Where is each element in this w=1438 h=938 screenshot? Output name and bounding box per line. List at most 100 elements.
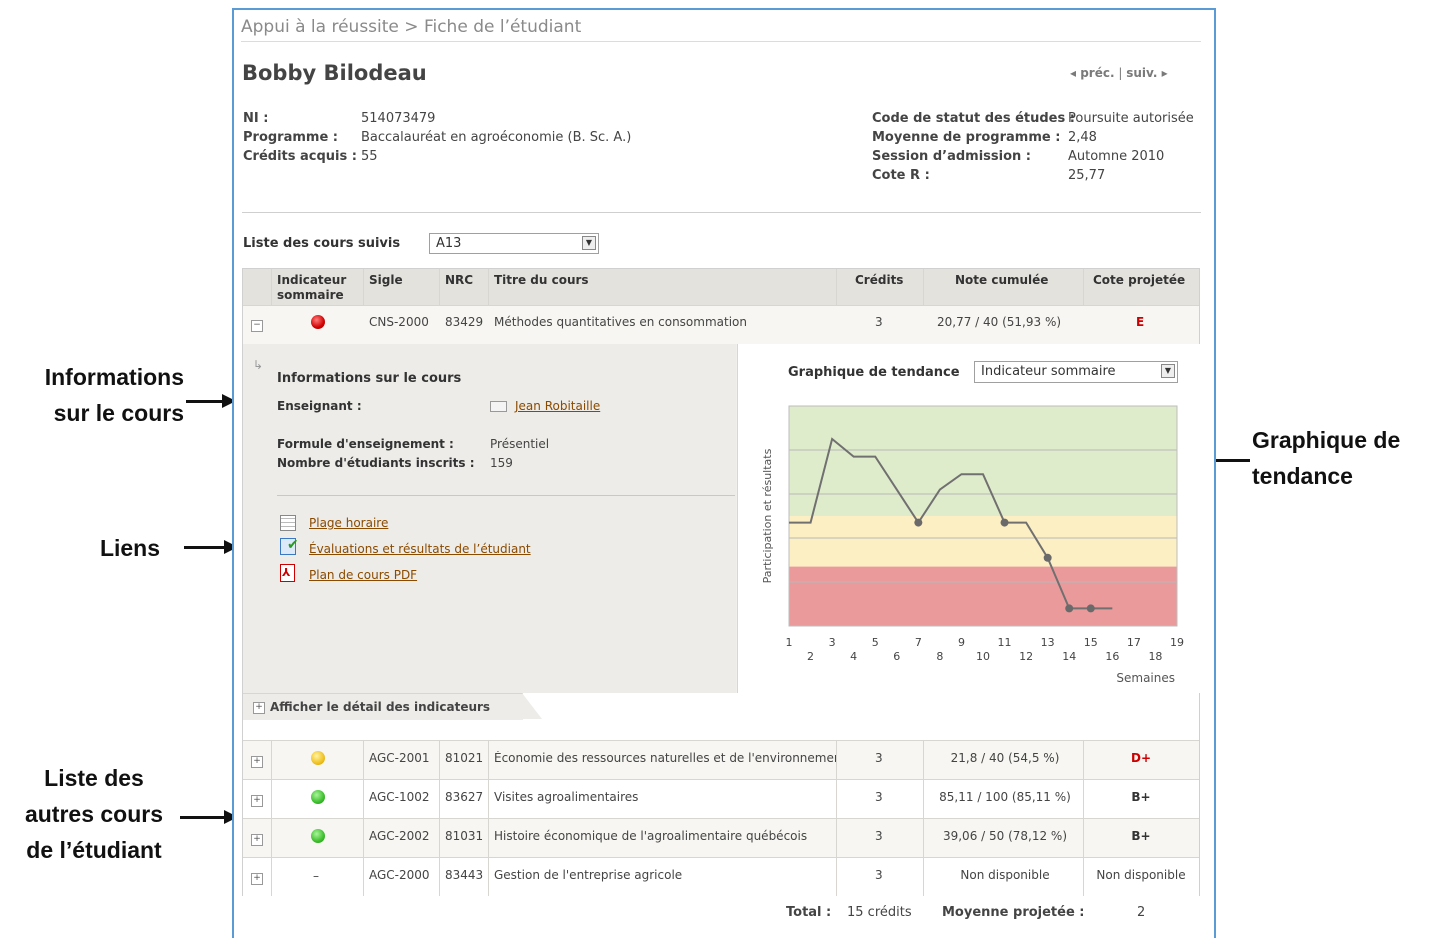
admission-value: Automne 2010 — [1068, 149, 1165, 164]
table-row[interactable]: + AGC-1002 83627 Visites agroalimentaires 3 8… — [243, 779, 1199, 818]
chart-x-tick: 8 — [936, 650, 943, 663]
expand-row-button[interactable]: + — [251, 873, 263, 885]
projected-average-value: 2 — [1137, 905, 1146, 920]
student-nav: ◂ préc. | suiv. ▸ — [1070, 66, 1168, 80]
indicator-yellow-icon — [311, 751, 325, 765]
checkmark-icon: ✔ — [287, 537, 299, 553]
row-nrc: 81021 — [445, 751, 484, 765]
col-separator — [488, 780, 489, 818]
chart-x-tick: 4 — [850, 650, 857, 663]
chart-x-tick: 14 — [1062, 650, 1076, 663]
row-credits: 3 — [875, 751, 883, 765]
chart-x-tick: 19 — [1170, 636, 1184, 649]
col-separator — [1083, 819, 1084, 857]
annotation-arrow-course-info — [186, 400, 222, 403]
format-label: Formule d'enseignement : — [277, 437, 454, 451]
col-separator — [363, 819, 364, 857]
total-value: 15 crédits — [847, 905, 912, 920]
admission-label: Session d’admission : — [872, 149, 1031, 164]
header-title: Titre du cours — [494, 273, 589, 287]
evaluations-link[interactable]: Évaluations et résultats de l’étudiant — [309, 542, 531, 556]
trend-chart: Participation et résultats Semaines 1357… — [761, 405, 1184, 685]
teacher-email-link[interactable]: Jean Robitaille — [515, 399, 600, 413]
annotation-trend: Graphique de tendance — [1252, 422, 1422, 494]
row-sigle: AGC-2000 — [369, 868, 430, 882]
row-nrc: 81031 — [445, 829, 484, 843]
chart-point — [1086, 604, 1095, 613]
chart-x-tick: 12 — [1019, 650, 1033, 663]
expand-detail-button[interactable]: + — [253, 702, 265, 714]
col-separator — [439, 858, 440, 896]
collapse-button[interactable]: − — [251, 320, 263, 332]
table-row-expanded[interactable]: − CNS-2000 83429 Méthodes quantitatives … — [243, 305, 1199, 344]
row-projected: Non disponible — [1096, 868, 1186, 882]
ni-value: 514073479 — [361, 111, 436, 126]
row-nrc: 83627 — [445, 790, 484, 804]
schedule-link[interactable]: Plage horaire — [309, 516, 388, 530]
calendar-icon — [280, 515, 296, 531]
annotation-other-courses-text: Liste des autres cours de l’étudiant — [24, 765, 164, 863]
header-sigle: Sigle — [369, 273, 403, 287]
chart-point — [914, 518, 923, 527]
chevron-down-icon[interactable]: ▼ — [582, 236, 596, 250]
row-sigle: AGC-2001 — [369, 751, 430, 765]
chart-band-0 — [789, 406, 1177, 516]
expand-row-button[interactable]: + — [251, 756, 263, 768]
chart-x-tick: 13 — [1041, 636, 1055, 649]
col-separator — [271, 819, 272, 857]
chart-x-tick: 18 — [1148, 650, 1162, 663]
status-value: Poursuite autorisée — [1068, 111, 1194, 126]
indicator-detail-toggle[interactable]: + Afficher le détail des indicateurs — [243, 693, 523, 720]
expand-row-button[interactable]: + — [251, 834, 263, 846]
program-label: Programme : — [243, 130, 338, 145]
chart-band-2 — [789, 566, 1177, 626]
col-separator — [923, 858, 924, 896]
program-average-label: Moyenne de programme : — [872, 130, 1061, 145]
nav-next-link[interactable]: suiv. ▸ — [1126, 66, 1167, 80]
trend-panel: Graphique de tendance Indicateur sommair… — [737, 344, 1200, 693]
indicator-green-icon — [311, 790, 325, 804]
row-grade: 20,77 / 40 (51,93 %) — [937, 315, 1062, 329]
status-label: Code de statut des études : — [872, 111, 1075, 126]
chart-x-tick: 1 — [786, 636, 793, 649]
chart-x-tick: 15 — [1084, 636, 1098, 649]
row-grade: 85,11 / 100 (85,11 %) — [939, 790, 1071, 804]
chart-y-label: Participation et résultats — [761, 448, 774, 583]
table-row[interactable]: + AGC-2002 81031 Histoire économique de l'a… — [243, 818, 1199, 857]
annotation-links-text: Liens — [99, 535, 161, 561]
annotation-arrow-other-courses — [180, 816, 224, 819]
breadcrumb: Appui à la réussite > Fiche de l’étudian… — [241, 13, 1201, 42]
table-row[interactable]: + – AGC-2000 83443 Gestion de l'entreprise a… — [243, 857, 1199, 896]
indicator-green-icon — [311, 829, 325, 843]
arrow-return-icon: ↳ — [253, 358, 264, 372]
chart-x-tick: 16 — [1105, 650, 1119, 663]
row-credits: 3 — [875, 868, 883, 882]
col-separator — [923, 819, 924, 857]
col-separator — [363, 858, 364, 896]
nav-prev-link[interactable]: ◂ préc. — [1070, 66, 1115, 80]
header-projected: Cote projetée — [1093, 273, 1186, 287]
row-credits: 3 — [875, 829, 883, 843]
row-sigle: AGC-2002 — [369, 829, 430, 843]
col-separator — [836, 819, 837, 857]
table-row[interactable]: + AGC-2001 81021 Économie des ressources na… — [243, 740, 1199, 779]
row-title: Méthodes quantitatives en consommation — [494, 315, 747, 329]
row-nrc: 83443 — [445, 868, 484, 882]
expand-row-button[interactable]: + — [251, 795, 263, 807]
indicator-red-icon — [311, 315, 325, 329]
format-value: Présentiel — [490, 437, 550, 451]
show-detail-label[interactable]: Afficher le détail des indicateurs — [270, 700, 490, 714]
course-plan-link[interactable]: Plan de cours PDF — [309, 568, 417, 582]
pdf-icon: ⅄ — [280, 564, 295, 582]
header-indicator: Indicateur sommaire — [277, 273, 347, 302]
credits-label: Crédits acquis : — [243, 149, 357, 164]
row-title: Visites agroalimentaires — [494, 790, 639, 804]
row-title: Histoire économique de l'agroalimentaire… — [494, 829, 808, 843]
chart-x-tick: 7 — [915, 636, 922, 649]
chart-x-tick: 6 — [893, 650, 900, 663]
pdf-glyph: ⅄ — [282, 566, 291, 579]
chart-point — [1065, 604, 1074, 613]
row-title: Gestion de l'entreprise agricole — [494, 868, 683, 882]
session-select[interactable]: A13 ▼ — [429, 233, 599, 254]
col-separator — [271, 741, 272, 779]
